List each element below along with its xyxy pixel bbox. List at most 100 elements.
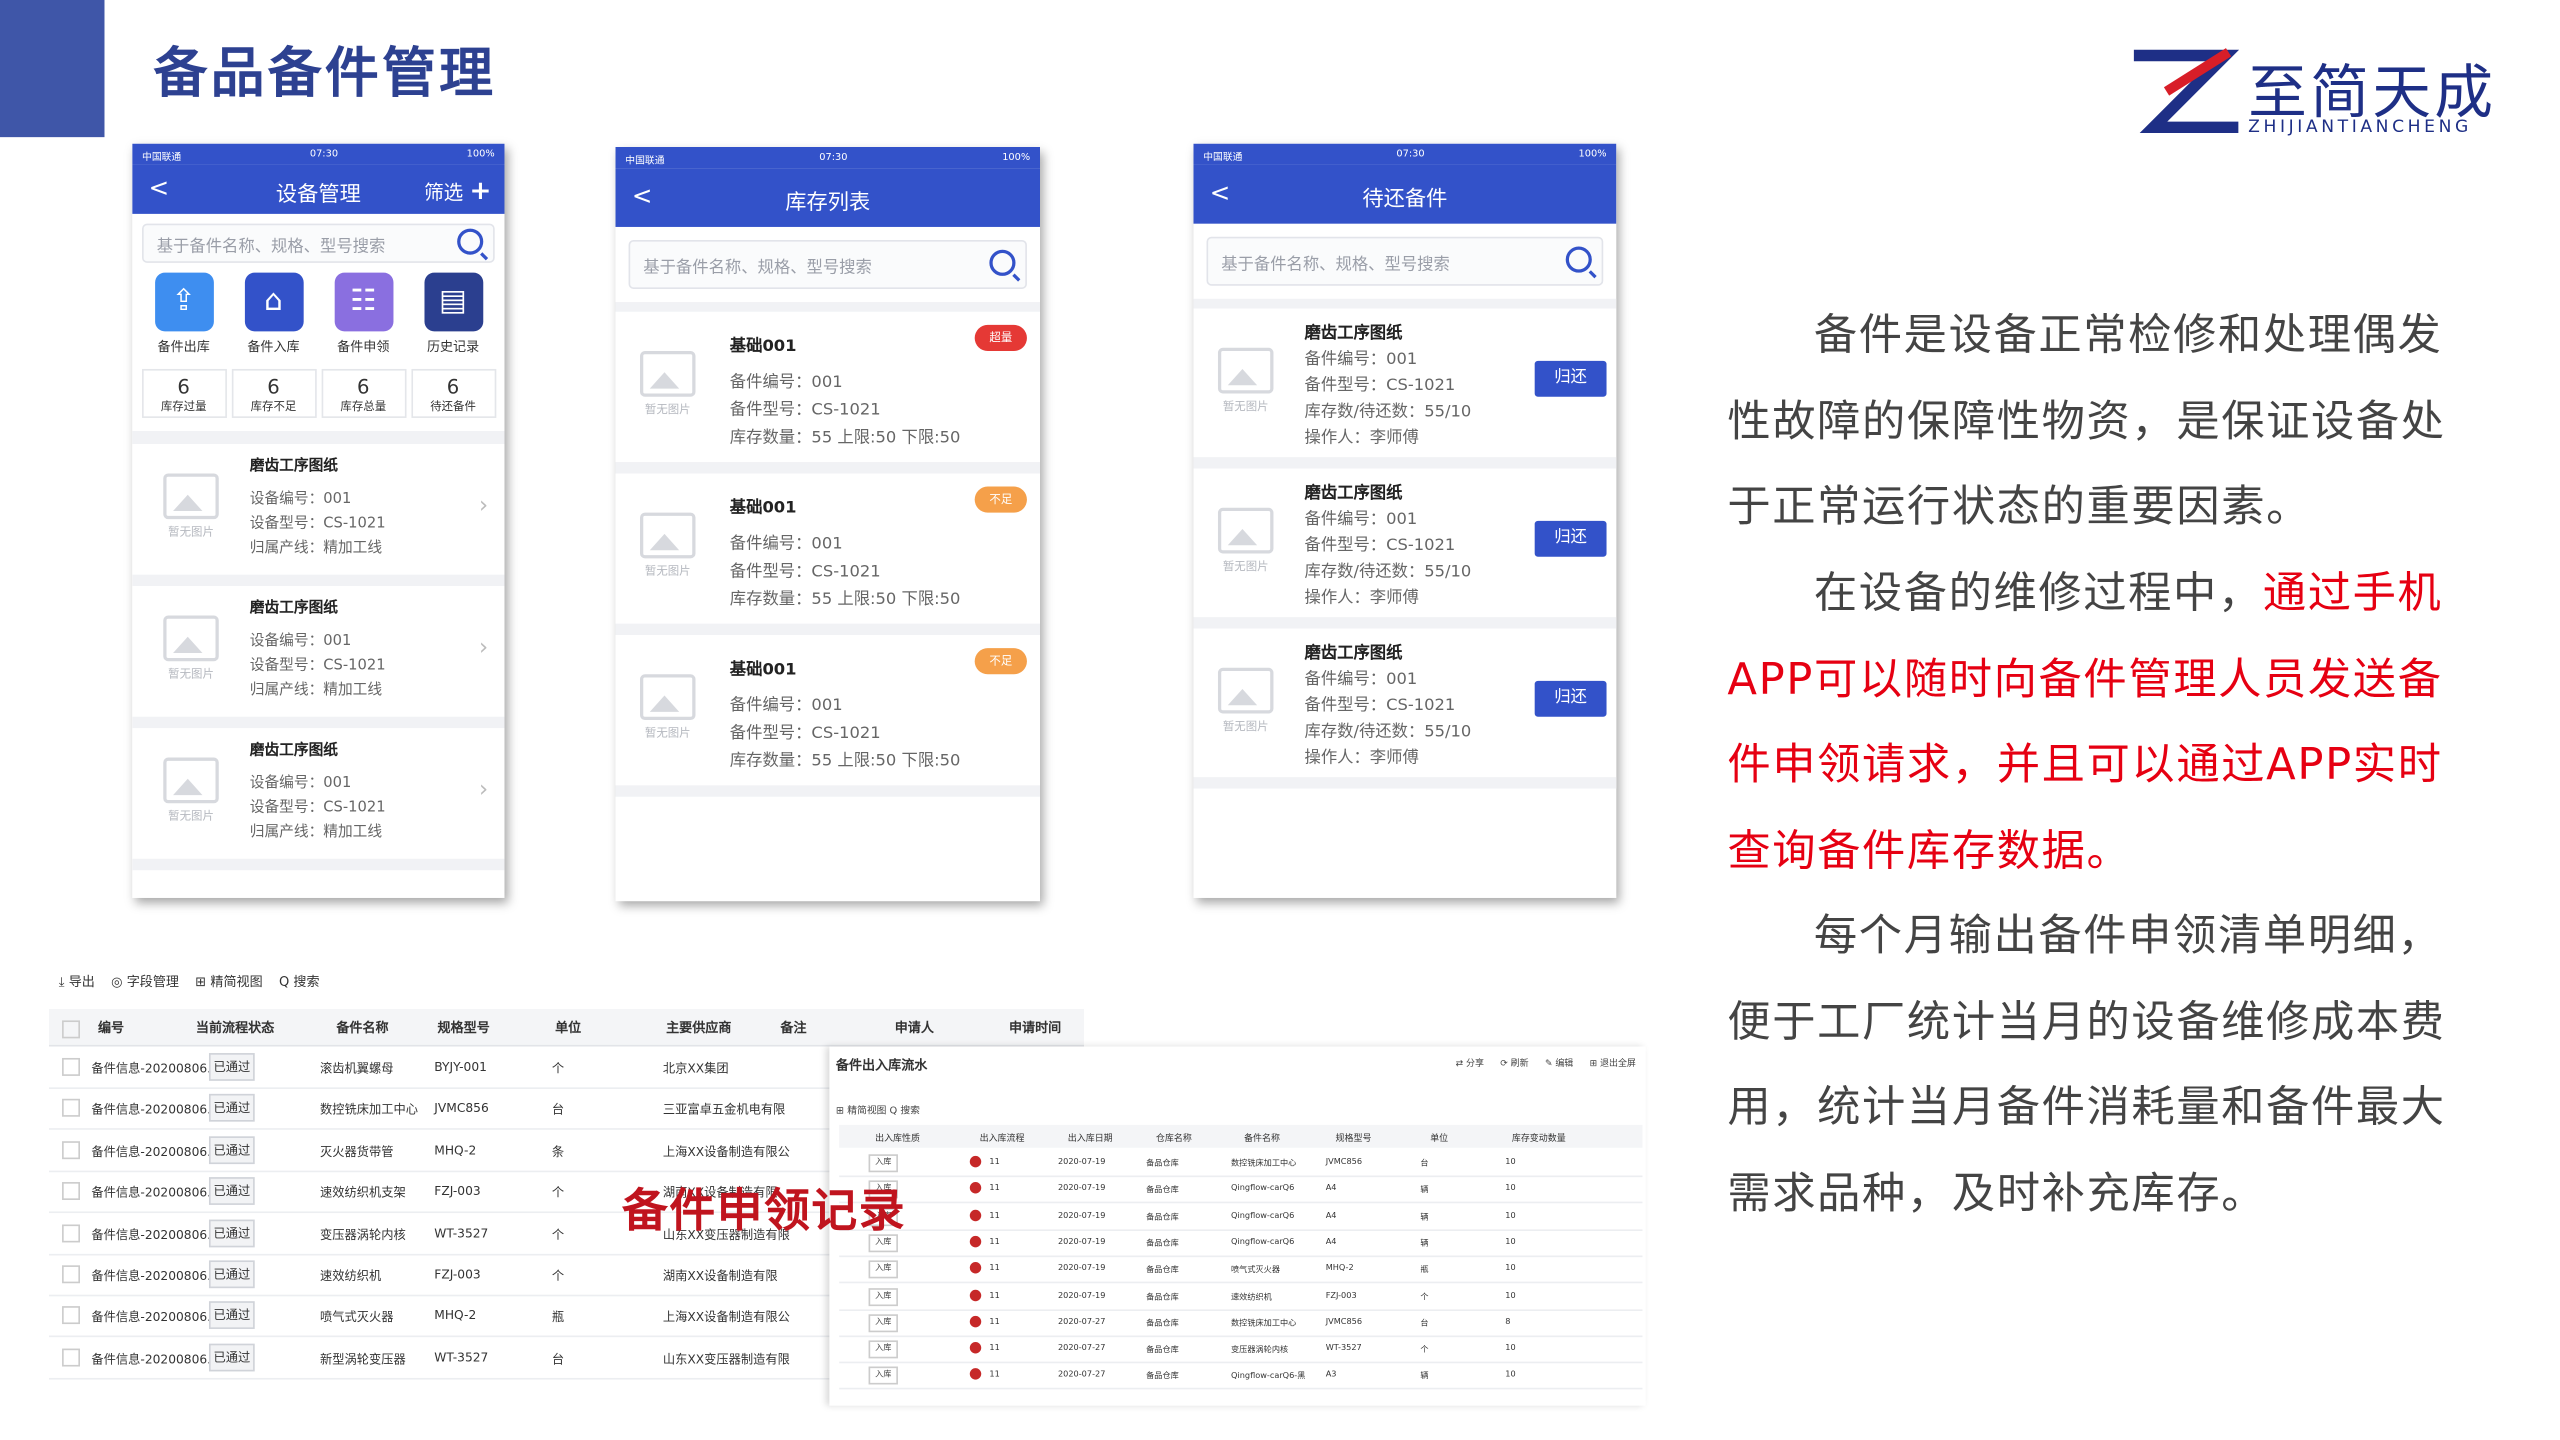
column-header[interactable]: 仓库名称 <box>1156 1131 1192 1145</box>
table-row[interactable]: 入库 11 2020-07-27 备品仓库 数控铣床加工中心 JVMC856 台 8 <box>839 1309 1643 1337</box>
item-detail: 操作人：李师傅 <box>1304 429 1419 448</box>
table-row[interactable]: 入库 11 2020-07-19 备品仓库 Qingflow-carQ6 A4 辆 10 <box>839 1229 1643 1257</box>
chevron-right-icon[interactable]: › <box>479 635 488 661</box>
list-item[interactable]: 暂无图片 磨齿工序图纸 备件编号：001 备件型号：CS-1021 库存数/待还数：55… <box>1193 468 1617 629</box>
chevron-right-icon[interactable]: › <box>479 493 488 519</box>
search-icon[interactable] <box>1565 246 1592 273</box>
table-row[interactable]: 入库 11 2020-07-19 备品仓库 Qingflow-carQ6 A4 辆 10 <box>839 1203 1643 1231</box>
table-cell: 三亚富卓五金机电有限 <box>662 1102 786 1118</box>
column-header[interactable]: 申请人 <box>895 1019 934 1037</box>
toolbar-item[interactable]: Q 搜索 <box>279 975 320 990</box>
table-row[interactable]: 入库 11 2020-07-19 备品仓库 喷气式灭火器 MHQ-2 瓶 10 <box>839 1256 1643 1284</box>
status-dot-icon <box>969 1209 982 1221</box>
row-checkbox[interactable] <box>62 1265 80 1284</box>
item-detail: 库存数/待还数：55/10 <box>1304 403 1472 422</box>
return-button[interactable]: 归还 <box>1534 520 1607 557</box>
row-checkbox[interactable] <box>62 1182 80 1201</box>
table-header: 出入库性质 出入库流程 出入库日期 仓库名称 备件名称 规格型号 单位 库存变动数量 <box>839 1124 1643 1148</box>
stat-1[interactable]: 6 库存不足 <box>231 368 316 418</box>
list-item[interactable]: 暂无图片 磨齿工序图纸 设备编号：001 设备型号：CS-1021 归属产线：精加工线 › <box>132 444 505 587</box>
table-cell: JVMC856 <box>434 1101 489 1116</box>
filter-button[interactable]: 筛选 + <box>424 175 491 206</box>
tile-1[interactable]: ⌂ 备件入库 <box>231 272 316 356</box>
return-button[interactable]: 归还 <box>1534 360 1607 397</box>
row-checkbox[interactable] <box>62 1348 80 1367</box>
tile-3[interactable]: ▤ 历史记录 <box>411 272 496 356</box>
column-header[interactable]: 出入库性质 <box>875 1131 920 1145</box>
search-input[interactable]: 基于备件名称、规格、型号搜索 <box>1206 236 1604 286</box>
table-row[interactable]: 入库 11 2020-07-19 备品仓库 Qingflow-carQ6 A4 辆 10 <box>839 1176 1643 1204</box>
table-row[interactable]: 入库 11 2020-07-27 备品仓库 Qingflow-carQ6-黑 A3 辆 10 <box>839 1362 1643 1391</box>
action-item[interactable]: ⇄ 分享 <box>1456 1060 1484 1070</box>
add-icon[interactable]: + <box>470 175 492 206</box>
action-item[interactable]: ⊞ 退出全屏 <box>1590 1060 1636 1070</box>
table-row[interactable]: 入库 11 2020-07-19 备品仓库 速效纺织机 FZJ-003 个 10 <box>839 1282 1643 1311</box>
action-item[interactable]: ✎ 编辑 <box>1545 1060 1573 1070</box>
list-item[interactable]: 暂无图片 磨齿工序图纸 备件编号：001 备件型号：CS-1021 库存数/待还数：55… <box>1193 628 1617 789</box>
row-checkbox[interactable] <box>62 1223 80 1242</box>
row-checkbox[interactable] <box>62 1306 80 1325</box>
select-all-checkbox[interactable] <box>62 1020 80 1039</box>
stat-0[interactable]: 6 库存过量 <box>141 368 227 418</box>
table-row[interactable]: 入库 11 2020-07-27 备品仓库 变压器涡轮内核 WT-3527 个 10 <box>839 1336 1643 1364</box>
column-header[interactable]: 申请时间 <box>1009 1019 1061 1037</box>
column-header[interactable]: 出入库流程 <box>980 1131 1025 1145</box>
row-checkbox[interactable] <box>62 1140 80 1159</box>
column-header[interactable]: 出入库日期 <box>1068 1131 1113 1145</box>
tile-2[interactable]: ☷ 备件申领 <box>321 272 406 356</box>
table-cell: 备品仓库 <box>1146 1212 1179 1223</box>
table-row[interactable]: 入库 11 2020-07-19 备品仓库 数控铣床加工中心 JVMC856 台 10 <box>839 1149 1643 1178</box>
table-cell: 10 <box>1505 1184 1516 1194</box>
search-input[interactable]: 基于备件名称、规格、型号搜索 <box>628 239 1027 289</box>
column-header[interactable]: 备件名称 <box>336 1019 388 1037</box>
search-icon[interactable] <box>457 228 484 255</box>
table-toolbar[interactable]: ⊞ 精简视图 Q 搜索 <box>836 1102 920 1116</box>
carrier: 中国联通 <box>142 151 182 164</box>
chevron-right-icon[interactable]: › <box>479 777 488 803</box>
row-checkbox[interactable] <box>62 1057 80 1076</box>
tile-0[interactable]: ⇪ 备件出库 <box>141 272 226 356</box>
inventory-list: 暂无图片 超量 基础001 备件编号：001 备件型号：CS-1021 库存数量：55 上… <box>615 311 1040 797</box>
column-header[interactable]: 编号 <box>98 1019 124 1037</box>
table-cell: WT-3527 <box>434 1225 489 1241</box>
list-item[interactable]: 暂无图片 不足 基础001 备件编号：001 备件型号：CS-1021 库存数量：55 上… <box>615 473 1040 636</box>
item-detail: 设备型号：CS-1021 <box>249 657 386 675</box>
pending-return-list: 暂无图片 磨齿工序图纸 备件编号：001 备件型号：CS-1021 库存数/待还数：55… <box>1193 308 1617 789</box>
column-header[interactable]: 单位 <box>555 1019 581 1037</box>
stat-3[interactable]: 6 待还备件 <box>410 368 496 418</box>
list-item[interactable]: 暂无图片 磨齿工序图纸 设备编号：001 设备型号：CS-1021 归属产线：精加工线 › <box>132 586 505 729</box>
list-item[interactable]: 暂无图片 不足 基础001 备件编号：001 备件型号：CS-1021 库存数量：55 上… <box>615 635 1040 797</box>
return-button[interactable]: 归还 <box>1534 680 1607 717</box>
list-item[interactable]: 暂无图片 磨齿工序图纸 备件编号：001 备件型号：CS-1021 库存数/待还数：55… <box>1193 308 1617 469</box>
search-input[interactable]: 基于备件名称、规格、型号搜索 <box>142 223 495 263</box>
table-cell: 个 <box>551 1268 565 1284</box>
list-item[interactable]: 暂无图片 磨齿工序图纸 设备编号：001 设备型号：CS-1021 归属产线：精加工线 › <box>132 728 505 871</box>
column-header[interactable]: 单位 <box>1430 1131 1448 1145</box>
table-cell: 辆 <box>1420 1239 1429 1249</box>
stat-2[interactable]: 6 库存总量 <box>320 368 406 418</box>
column-header[interactable]: 规格型号 <box>438 1019 490 1037</box>
table-cell: JVMC856 <box>1325 1317 1363 1328</box>
list-item[interactable]: 暂无图片 超量 基础001 备件编号：001 备件型号：CS-1021 库存数量：55 上… <box>615 311 1040 474</box>
column-header[interactable]: 当前流程状态 <box>196 1019 274 1037</box>
column-header[interactable]: 库存变动数量 <box>1512 1131 1566 1145</box>
item-detail: 备件型号：CS-1021 <box>1304 377 1456 396</box>
toolbar-item[interactable]: ⤓ 导出 <box>59 975 95 990</box>
table-cell: 备品仓库 <box>1146 1239 1179 1249</box>
toolbar-item[interactable]: ⊞ 精简视图 <box>195 975 262 990</box>
search-icon[interactable] <box>989 249 1016 276</box>
table-cell: 备件信息-20200806... <box>91 1185 219 1201</box>
column-header[interactable]: 备件名称 <box>1244 1131 1280 1145</box>
no-image-label: 暂无图片 <box>1222 719 1269 734</box>
table-cell: 2020-07-19 <box>1057 1210 1106 1221</box>
column-header[interactable]: 规格型号 <box>1336 1131 1372 1145</box>
action-item[interactable]: ⟳ 刷新 <box>1500 1060 1528 1070</box>
row-checkbox[interactable] <box>62 1099 80 1118</box>
toolbar-item[interactable]: ◎ 字段管理 <box>111 975 179 990</box>
column-header[interactable]: 备注 <box>780 1019 806 1037</box>
type-tag: 入库 <box>868 1367 898 1386</box>
column-header[interactable]: 主要供应商 <box>666 1019 731 1037</box>
table-cell: 备品仓库 <box>1146 1265 1179 1276</box>
item-detail: 设备编号：001 <box>249 491 352 508</box>
status-badge: 已通过 <box>208 1094 255 1123</box>
